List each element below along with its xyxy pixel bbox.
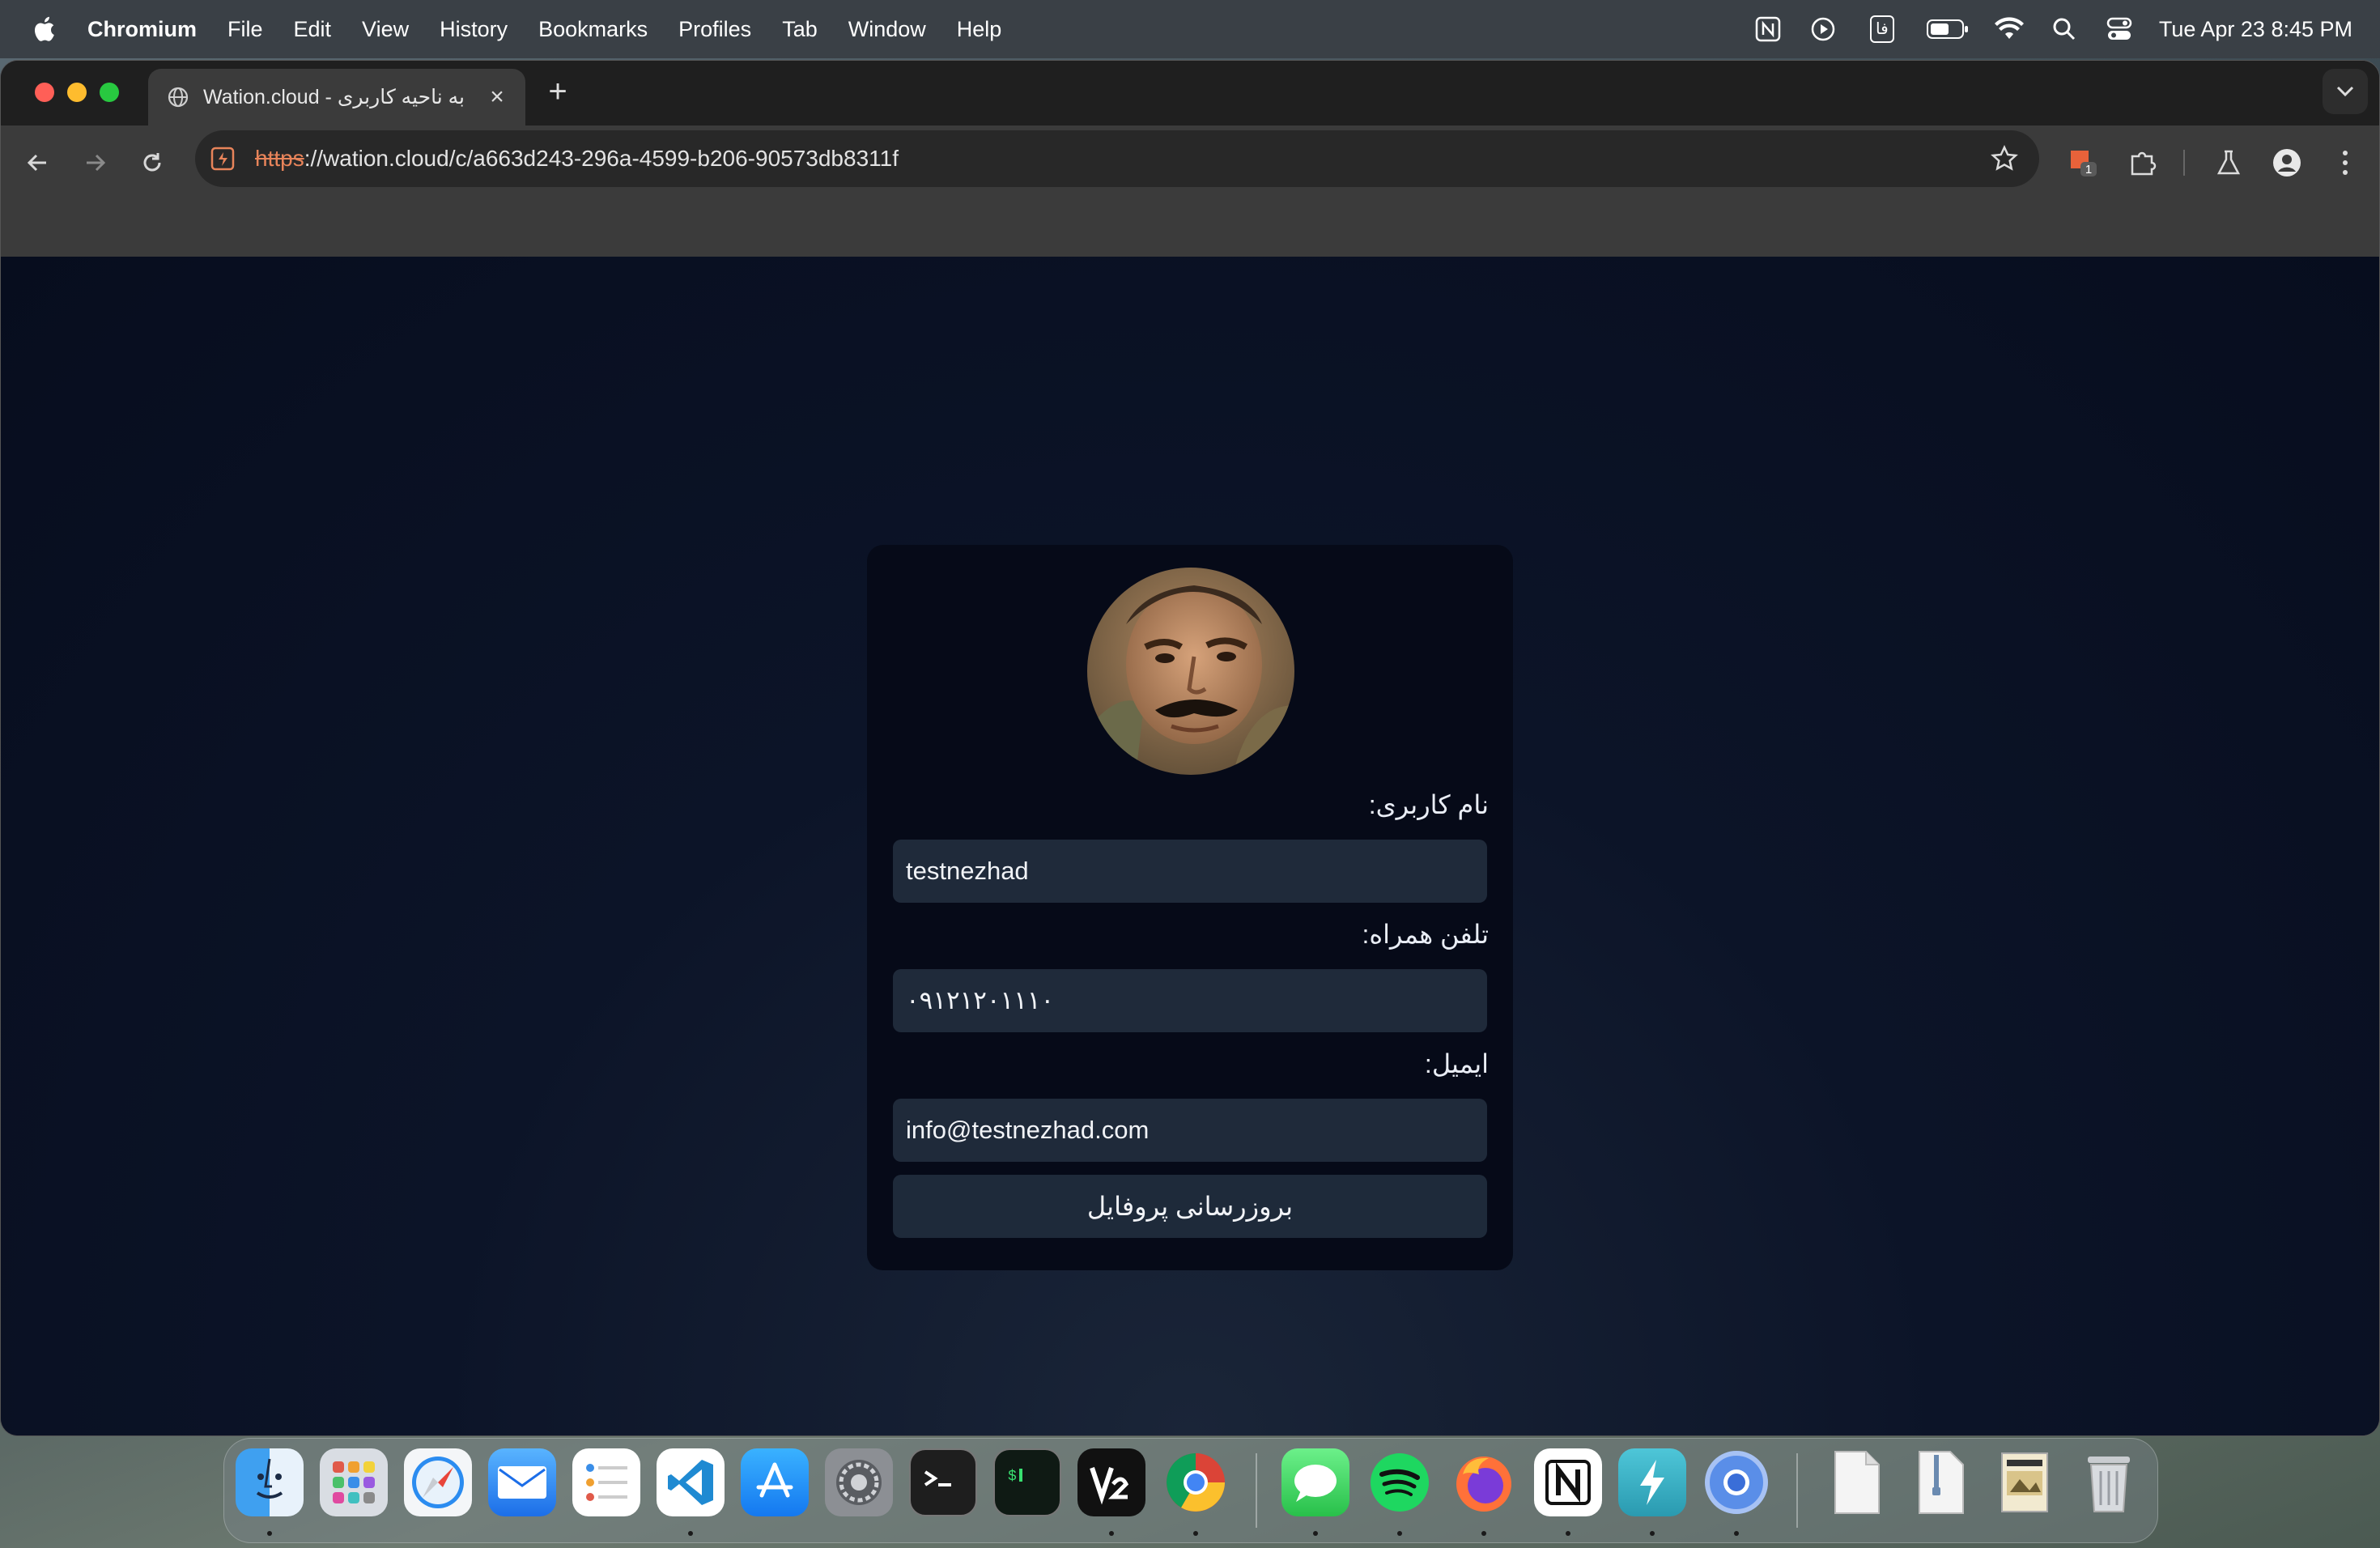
mail-icon[interactable] (488, 1448, 556, 1516)
spotlight-search-icon[interactable] (2049, 14, 2080, 45)
tab-close-icon[interactable]: × (483, 83, 511, 111)
bookmark-bar (1, 198, 2379, 257)
url-scheme: https (255, 146, 304, 171)
apple-icon[interactable] (28, 14, 58, 45)
app-store-icon[interactable] (741, 1448, 809, 1516)
terminal-icon[interactable] (909, 1448, 977, 1516)
menu-view[interactable]: View (362, 17, 409, 42)
tab-strip: Wation.cloud - به ناحیه کاربری × + (1, 61, 2379, 125)
email-field[interactable]: info@testnezhad.com (893, 1099, 1487, 1162)
chromium-running-dot (1734, 1531, 1739, 1536)
tab-active[interactable]: Wation.cloud - به ناحیه کاربری × (148, 69, 525, 125)
bolt-icon[interactable] (1618, 1448, 1686, 1516)
menu-profiles[interactable]: Profiles (678, 17, 751, 42)
firefox-running-dot (1481, 1531, 1486, 1536)
page-content: نام کاربری: testnezhad تلفن همراه: ۰۹۱۲۱… (1, 257, 2379, 1435)
firefox-icon[interactable] (1450, 1448, 1518, 1516)
launchpad-icon[interactable] (320, 1448, 388, 1516)
menu-file[interactable]: File (227, 17, 263, 42)
notion-status-icon[interactable] (1753, 14, 1783, 45)
browser-menu-icon[interactable] (2327, 145, 2363, 181)
username-label: نام کاربری: (1368, 790, 1489, 819)
window-minimize-button[interactable] (67, 83, 87, 102)
back-button[interactable] (20, 146, 54, 180)
new-tab-button[interactable]: + (542, 74, 574, 109)
preview-image-icon[interactable] (1991, 1448, 2059, 1516)
reminders-icon[interactable] (572, 1448, 640, 1516)
finder-running-dot (267, 1531, 272, 1536)
safari-icon[interactable] (404, 1448, 472, 1516)
v2box-running-dot (1109, 1531, 1114, 1536)
chrome-running-dot (1193, 1531, 1198, 1536)
chromium-icon[interactable] (1702, 1448, 1770, 1516)
dock: $ (223, 1438, 2158, 1543)
control-center-icon[interactable] (2104, 14, 2135, 45)
zip-archive-icon[interactable] (1906, 1448, 1974, 1516)
globe-icon (166, 85, 190, 109)
profile-avatar (1087, 568, 1294, 775)
document-icon[interactable] (1822, 1448, 1890, 1516)
bookmark-star-icon[interactable] (1989, 143, 2020, 174)
trash-icon[interactable] (2075, 1448, 2143, 1516)
email-label: ایمیل: (1424, 1049, 1489, 1078)
forward-button[interactable] (79, 146, 113, 180)
window-maximize-button[interactable] (100, 83, 119, 102)
messages-running-dot (1313, 1531, 1318, 1536)
labs-flask-icon[interactable] (2211, 145, 2246, 181)
vscode-icon[interactable] (657, 1448, 725, 1516)
menu-edit[interactable]: Edit (294, 17, 332, 42)
battery-icon[interactable] (1926, 14, 1970, 45)
dock-separator-2 (1796, 1453, 1798, 1528)
vscode-running-dot (688, 1531, 693, 1536)
menu-app-name[interactable]: Chromium (87, 17, 197, 42)
spotify-icon[interactable] (1366, 1448, 1434, 1516)
toolbar-divider (2183, 150, 2185, 176)
extension-badge-count: 1 (2085, 163, 2092, 176)
url-text[interactable]: https://wation.cloud/c/a663d243-296a-459… (255, 146, 899, 172)
messages-icon[interactable] (1281, 1448, 1349, 1516)
input-source-icon[interactable]: فا (1863, 14, 1902, 45)
wifi-icon[interactable] (1994, 14, 2025, 45)
url-path: ://wation.cloud/c/a663d243-296a-4599-b20… (304, 146, 899, 171)
profile-card: نام کاربری: testnezhad تلفن همراه: ۰۹۱۲۱… (867, 545, 1513, 1270)
notion-running-dot (1566, 1531, 1570, 1536)
profile-avatar-icon[interactable] (2269, 145, 2305, 181)
reload-button[interactable] (135, 146, 169, 180)
svg-text:$: $ (1008, 1469, 1017, 1485)
menu-help[interactable]: Help (957, 17, 1002, 42)
system-settings-icon[interactable] (825, 1448, 893, 1516)
dock-separator (1256, 1453, 1257, 1528)
bolt-running-dot (1650, 1531, 1655, 1536)
v2box-icon[interactable] (1077, 1448, 1145, 1516)
extensions-puzzle-icon[interactable] (2125, 145, 2161, 181)
address-bar[interactable]: https://wation.cloud/c/a663d243-296a-459… (195, 130, 2039, 187)
username-field[interactable]: testnezhad (893, 840, 1487, 903)
menu-bookmarks[interactable]: Bookmarks (538, 17, 648, 42)
finder-icon[interactable] (236, 1448, 304, 1516)
input-source-label: فا (1870, 15, 1894, 43)
tab-search-button[interactable] (2323, 69, 2368, 114)
menu-history[interactable]: History (440, 17, 508, 42)
window-close-button[interactable] (35, 83, 54, 102)
menu-window[interactable]: Window (848, 17, 926, 42)
extension-badge-icon[interactable]: 1 (2065, 145, 2101, 181)
tab-title: Wation.cloud - به ناحیه کاربری (203, 86, 465, 108)
menu-bar: Chromium File Edit View History Bookmark… (0, 0, 2380, 58)
clock[interactable]: Tue Apr 23 8:45 PM (2159, 17, 2352, 42)
chrome-icon[interactable] (1162, 1448, 1230, 1516)
play-status-icon[interactable] (1808, 14, 1838, 45)
browser-window: Wation.cloud - به ناحیه کاربری × + https… (0, 60, 2380, 1436)
notion-icon[interactable] (1534, 1448, 1602, 1516)
not-secure-icon[interactable] (208, 144, 237, 173)
spotify-running-dot (1397, 1531, 1402, 1536)
menu-tab[interactable]: Tab (782, 17, 818, 42)
phone-label: تلفن همراه: (1362, 920, 1489, 949)
iterm-icon[interactable]: $ (993, 1448, 1061, 1516)
phone-field[interactable]: ۰۹۱۲۱۲۰۱۱۱۰ (893, 969, 1487, 1032)
update-profile-button[interactable]: بروزرسانی پروفایل (893, 1175, 1487, 1238)
